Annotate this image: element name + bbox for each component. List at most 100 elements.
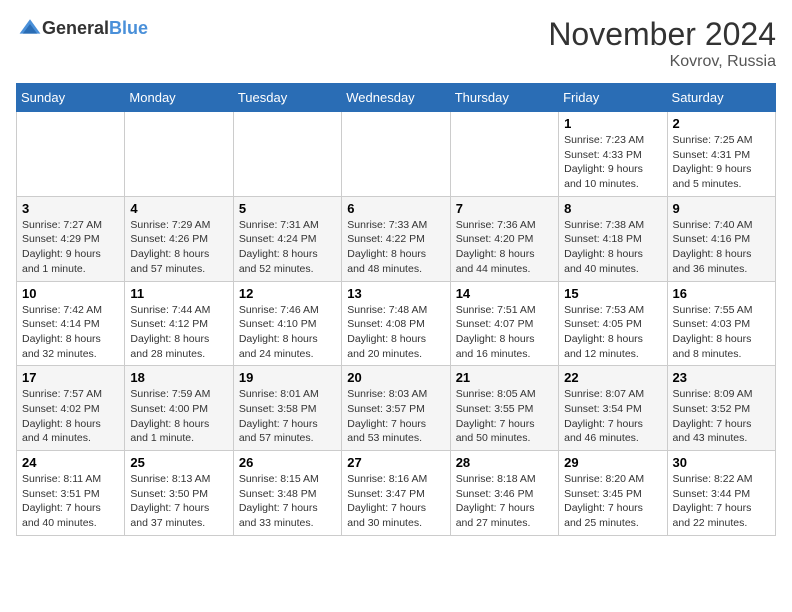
table-row [450,112,558,197]
day-number: 4 [130,201,227,216]
day-number: 21 [456,370,553,385]
day-number: 24 [22,455,119,470]
col-saturday: Saturday [667,84,775,112]
table-row: 9 Sunrise: 7:40 AM Sunset: 4:16 PM Daylig… [667,196,775,281]
day-info: Sunrise: 7:36 AM Sunset: 4:20 PM Dayligh… [456,218,553,277]
day-info: Sunrise: 8:15 AM Sunset: 3:48 PM Dayligh… [239,472,336,531]
col-wednesday: Wednesday [342,84,450,112]
table-row: 20Sunrise: 8:03 AM Sunset: 3:57 PM Dayli… [342,366,450,451]
day-info: Sunrise: 7:33 AM Sunset: 4:22 PM Dayligh… [347,218,444,277]
table-row: 24Sunrise: 8:11 AM Sunset: 3:51 PM Dayli… [17,451,125,536]
col-tuesday: Tuesday [233,84,341,112]
day-number: 26 [239,455,336,470]
day-info: Sunrise: 8:01 AM Sunset: 3:58 PM Dayligh… [239,387,336,446]
day-info: Sunrise: 7:31 AM Sunset: 4:24 PM Dayligh… [239,218,336,277]
table-row: 12 Sunrise: 7:46 AM Sunset: 4:10 PM Dayli… [233,281,341,366]
location-title: Kovrov, Russia [548,53,776,71]
day-number: 17 [22,370,119,385]
logo-text: GeneralBlue [42,18,148,39]
day-info: Sunrise: 7:42 AM Sunset: 4:14 PM Dayligh… [22,303,119,362]
table-row: 14Sunrise: 7:51 AM Sunset: 4:07 PM Dayli… [450,281,558,366]
day-number: 28 [456,455,553,470]
table-row: 25Sunrise: 8:13 AM Sunset: 3:50 PM Dayli… [125,451,233,536]
day-info: Sunrise: 7:25 AM Sunset: 4:31 PM Dayligh… [673,133,770,192]
calendar-week-row: 3 Sunrise: 7:27 AM Sunset: 4:29 PM Daylig… [17,196,776,281]
day-number: 15 [564,286,661,301]
day-info: Sunrise: 7:48 AM Sunset: 4:08 PM Dayligh… [347,303,444,362]
day-info: Sunrise: 7:29 AM Sunset: 4:26 PM Dayligh… [130,218,227,277]
title-area: November 2024 Kovrov, Russia [548,16,776,71]
month-title: November 2024 [548,16,776,53]
day-info: Sunrise: 8:09 AM Sunset: 3:52 PM Dayligh… [673,387,770,446]
day-info: Sunrise: 8:13 AM Sunset: 3:50 PM Dayligh… [130,472,227,531]
day-info: Sunrise: 7:55 AM Sunset: 4:03 PM Dayligh… [673,303,770,362]
day-info: Sunrise: 7:27 AM Sunset: 4:29 PM Dayligh… [22,218,119,277]
table-row: 13 Sunrise: 7:48 AM Sunset: 4:08 PM Dayli… [342,281,450,366]
table-row: 30 Sunrise: 8:22 AM Sunset: 3:44 PM Dayli… [667,451,775,536]
day-info: Sunrise: 8:05 AM Sunset: 3:55 PM Dayligh… [456,387,553,446]
day-info: Sunrise: 8:07 AM Sunset: 3:54 PM Dayligh… [564,387,661,446]
table-row [233,112,341,197]
table-row: 19Sunrise: 8:01 AM Sunset: 3:58 PM Dayli… [233,366,341,451]
day-info: Sunrise: 8:20 AM Sunset: 3:45 PM Dayligh… [564,472,661,531]
table-row: 6Sunrise: 7:33 AM Sunset: 4:22 PM Daylig… [342,196,450,281]
header: GeneralBlue November 2024 Kovrov, Russia [16,16,776,71]
day-number: 10 [22,286,119,301]
day-number: 8 [564,201,661,216]
table-row: 3 Sunrise: 7:27 AM Sunset: 4:29 PM Daylig… [17,196,125,281]
table-row: 26 Sunrise: 8:15 AM Sunset: 3:48 PM Dayli… [233,451,341,536]
day-info: Sunrise: 7:23 AM Sunset: 4:33 PM Dayligh… [564,133,661,192]
table-row [17,112,125,197]
table-row: 22 Sunrise: 8:07 AM Sunset: 3:54 PM Dayli… [559,366,667,451]
day-number: 22 [564,370,661,385]
table-row: 27 Sunrise: 8:16 AM Sunset: 3:47 PM Dayli… [342,451,450,536]
logo-general: General [42,18,109,38]
calendar-header-row: Sunday Monday Tuesday Wednesday Thursday… [17,84,776,112]
table-row: 15 Sunrise: 7:53 AM Sunset: 4:05 PM Dayli… [559,281,667,366]
day-number: 3 [22,201,119,216]
day-number: 18 [130,370,227,385]
day-number: 5 [239,201,336,216]
day-info: Sunrise: 7:53 AM Sunset: 4:05 PM Dayligh… [564,303,661,362]
table-row [342,112,450,197]
day-info: Sunrise: 7:38 AM Sunset: 4:18 PM Dayligh… [564,218,661,277]
table-row: 10 Sunrise: 7:42 AM Sunset: 4:14 PM Dayli… [17,281,125,366]
day-number: 29 [564,455,661,470]
table-row: 17 Sunrise: 7:57 AM Sunset: 4:02 PM Dayli… [17,366,125,451]
day-number: 27 [347,455,444,470]
day-info: Sunrise: 7:57 AM Sunset: 4:02 PM Dayligh… [22,387,119,446]
day-info: Sunrise: 8:16 AM Sunset: 3:47 PM Dayligh… [347,472,444,531]
calendar-week-row: 17 Sunrise: 7:57 AM Sunset: 4:02 PM Dayli… [17,366,776,451]
day-number: 30 [673,455,770,470]
day-number: 2 [673,116,770,131]
table-row: 4 Sunrise: 7:29 AM Sunset: 4:26 PM Daylig… [125,196,233,281]
day-number: 9 [673,201,770,216]
table-row: 1 Sunrise: 7:23 AM Sunset: 4:33 PM Daylig… [559,112,667,197]
day-number: 14 [456,286,553,301]
col-friday: Friday [559,84,667,112]
col-thursday: Thursday [450,84,558,112]
calendar-week-row: 10 Sunrise: 7:42 AM Sunset: 4:14 PM Dayli… [17,281,776,366]
table-row: 28 Sunrise: 8:18 AM Sunset: 3:46 PM Dayli… [450,451,558,536]
day-number: 12 [239,286,336,301]
day-number: 1 [564,116,661,131]
day-info: Sunrise: 8:03 AM Sunset: 3:57 PM Dayligh… [347,387,444,446]
table-row: 11Sunrise: 7:44 AM Sunset: 4:12 PM Dayli… [125,281,233,366]
day-number: 7 [456,201,553,216]
table-row: 2 Sunrise: 7:25 AM Sunset: 4:31 PM Daylig… [667,112,775,197]
day-info: Sunrise: 8:22 AM Sunset: 3:44 PM Dayligh… [673,472,770,531]
calendar-week-row: 1 Sunrise: 7:23 AM Sunset: 4:33 PM Daylig… [17,112,776,197]
day-info: Sunrise: 7:44 AM Sunset: 4:12 PM Dayligh… [130,303,227,362]
table-row [125,112,233,197]
calendar: Sunday Monday Tuesday Wednesday Thursday… [16,83,776,536]
day-number: 13 [347,286,444,301]
day-number: 23 [673,370,770,385]
table-row: 7 Sunrise: 7:36 AM Sunset: 4:20 PM Daylig… [450,196,558,281]
day-info: Sunrise: 7:40 AM Sunset: 4:16 PM Dayligh… [673,218,770,277]
table-row: 8 Sunrise: 7:38 AM Sunset: 4:18 PM Daylig… [559,196,667,281]
day-info: Sunrise: 7:46 AM Sunset: 4:10 PM Dayligh… [239,303,336,362]
logo-blue: Blue [109,18,148,38]
table-row: 5 Sunrise: 7:31 AM Sunset: 4:24 PM Daylig… [233,196,341,281]
day-info: Sunrise: 8:18 AM Sunset: 3:46 PM Dayligh… [456,472,553,531]
table-row: 23 Sunrise: 8:09 AM Sunset: 3:52 PM Dayli… [667,366,775,451]
